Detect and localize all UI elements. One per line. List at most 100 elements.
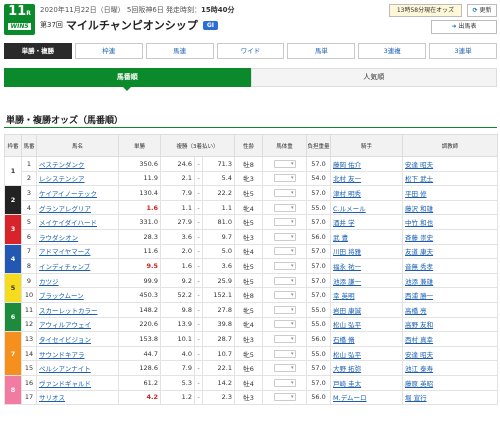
mark-select[interactable] (262, 301, 308, 318)
jockey-name[interactable]: 石橋 脩 (330, 331, 404, 347)
horse-name[interactable]: インディチャンプ (36, 258, 119, 274)
horse-name[interactable]: レシステンシア (36, 170, 119, 187)
mark-select[interactable] (262, 316, 308, 333)
jockey-name[interactable]: M.デムーロ (330, 389, 404, 406)
mark-select[interactable] (262, 374, 308, 391)
mark-dropdown[interactable] (273, 203, 296, 212)
trainer-name[interactable]: 安達 昭夫 (402, 156, 499, 172)
jockey-name[interactable]: 岩田 康誠 (330, 301, 404, 318)
horse-name[interactable]: アドマイヤマーズ (36, 243, 119, 260)
jockey-name-link[interactable]: C.ルメール (333, 205, 366, 213)
mark-select[interactable] (262, 185, 308, 201)
jockey-name[interactable]: 戸崎 圭太 (330, 374, 404, 391)
horse-name[interactable]: タイセイビジョン (36, 331, 119, 347)
jockey-name-link[interactable]: 戸崎 圭太 (333, 380, 361, 388)
trainer-name[interactable]: 西浦 勝一 (402, 287, 499, 303)
mark-select[interactable] (262, 214, 308, 230)
mark-select[interactable] (262, 258, 308, 274)
mark-dropdown[interactable] (273, 188, 296, 197)
jockey-name[interactable]: 川田 将雅 (330, 243, 404, 260)
mark-select[interactable] (262, 228, 308, 245)
horse-name-link[interactable]: アドマイヤマーズ (39, 248, 90, 256)
jockey-name-link[interactable]: 岩田 康誠 (333, 307, 361, 315)
mark-select[interactable] (262, 389, 308, 406)
jockey-name-link[interactable]: 池添 謙一 (333, 278, 361, 286)
refresh-button[interactable]: ⟳ 更新 (467, 4, 497, 17)
horse-name-link[interactable]: インディチャンプ (39, 263, 90, 271)
jockey-name[interactable]: 池添 謙一 (330, 272, 404, 289)
trainer-name[interactable]: 高橋 亮 (402, 301, 499, 318)
horse-name-link[interactable]: ラウダシオン (39, 234, 78, 242)
trainer-name-link[interactable]: 高橋 亮 (405, 307, 427, 315)
mark-select[interactable] (262, 331, 308, 347)
mark-dropdown[interactable] (273, 349, 296, 358)
tab-umaban-order[interactable]: 馬番順 (4, 68, 251, 91)
jockey-name-link[interactable]: 福永 祐一 (333, 263, 361, 271)
trainer-name[interactable]: 藤原 英昭 (402, 374, 499, 391)
trainer-name-link[interactable]: 平田 修 (405, 190, 427, 198)
tab-umatan[interactable]: 馬単 (287, 43, 356, 59)
mark-dropdown[interactable] (273, 247, 296, 256)
jockey-name[interactable]: 酒井 学 (330, 214, 404, 230)
horse-name-link[interactable]: スカーレットカラー (39, 307, 98, 315)
horse-name[interactable]: サウンドキアラ (36, 345, 119, 362)
jockey-name-link[interactable]: 津村 明秀 (333, 190, 361, 198)
jockey-name[interactable]: 北村 友一 (330, 170, 404, 187)
trainer-name-link[interactable]: 藤沢 和雄 (405, 205, 433, 213)
horse-name-link[interactable]: ペステンダンク (39, 161, 85, 169)
horse-name-link[interactable]: グランアレグリア (39, 205, 91, 213)
trainer-name-link[interactable]: 藤原 英昭 (405, 380, 433, 388)
horse-name[interactable]: カツジ (36, 272, 119, 289)
trainer-name-link[interactable]: 松下 武士 (405, 175, 433, 183)
mark-dropdown[interactable] (273, 334, 296, 343)
mark-dropdown[interactable] (273, 291, 296, 300)
trainer-name-link[interactable]: 池添 兼雄 (405, 278, 433, 286)
tab-sanrenpuku[interactable]: 3連複 (358, 43, 427, 59)
jockey-name-link[interactable]: 大野 拓弥 (333, 365, 361, 373)
horse-name[interactable]: ペルシアンナイト (36, 360, 119, 376)
horse-name[interactable]: サリオス (36, 389, 119, 406)
horse-name-link[interactable]: カツジ (39, 278, 59, 286)
trainer-name[interactable]: 平田 修 (402, 185, 499, 201)
mark-select[interactable] (262, 199, 308, 216)
jockey-name-link[interactable]: 藤岡 佑介 (333, 161, 361, 169)
trainer-name[interactable]: 藤沢 和雄 (402, 199, 499, 216)
trainer-name[interactable]: 池江 泰寿 (402, 360, 499, 376)
jockey-name[interactable]: 福永 祐一 (330, 258, 404, 274)
mark-dropdown[interactable] (273, 174, 296, 183)
trainer-name-link[interactable]: 池江 泰寿 (405, 365, 433, 373)
horse-name[interactable]: ヴァンドギャルド (36, 374, 119, 391)
horse-name[interactable]: ペステンダンク (36, 156, 119, 172)
jockey-name-link[interactable]: 幸 英明 (333, 292, 355, 300)
jockey-name-link[interactable]: 北村 友一 (333, 175, 361, 183)
mark-dropdown[interactable] (273, 364, 296, 373)
trainer-name-link[interactable]: 音無 秀孝 (405, 263, 433, 271)
mark-select[interactable] (262, 345, 308, 362)
mark-dropdown[interactable] (273, 320, 296, 329)
jockey-name-link[interactable]: 松山 弘平 (333, 321, 361, 329)
tab-ninki-order[interactable]: 人気順 (250, 68, 497, 87)
mark-dropdown[interactable] (273, 261, 296, 270)
horse-name-link[interactable]: サウンドキアラ (39, 351, 85, 359)
trainer-name-link[interactable]: 西浦 勝一 (405, 292, 433, 300)
mark-select[interactable] (262, 243, 308, 260)
jockey-name-link[interactable]: 石橋 脩 (333, 336, 355, 344)
horse-name-link[interactable]: ヴァンドギャルド (39, 380, 91, 388)
mark-select[interactable] (262, 156, 308, 172)
jockey-name[interactable]: 津村 明秀 (330, 185, 404, 201)
mark-dropdown[interactable] (273, 232, 296, 241)
trainer-name-link[interactable]: 西村 真幸 (405, 336, 433, 344)
mark-dropdown[interactable] (273, 305, 296, 314)
mark-dropdown[interactable] (273, 159, 296, 168)
jockey-name[interactable]: C.ルメール (330, 199, 404, 216)
horse-name[interactable]: ケイアイノーテック (36, 185, 119, 201)
trainer-name[interactable]: 高野 友和 (402, 316, 499, 333)
trainer-name[interactable]: 池添 兼雄 (402, 272, 499, 289)
trainer-name[interactable]: 中竹 和也 (402, 214, 499, 230)
jockey-name-link[interactable]: M.デムーロ (333, 394, 367, 402)
trainer-name-link[interactable]: 友道 康夫 (405, 248, 433, 256)
mark-select[interactable] (262, 287, 308, 303)
jockey-name-link[interactable]: 酒井 学 (333, 219, 355, 227)
jockey-name-link[interactable]: 松山 弘平 (333, 351, 361, 359)
jockey-name[interactable]: 松山 弘平 (330, 316, 404, 333)
